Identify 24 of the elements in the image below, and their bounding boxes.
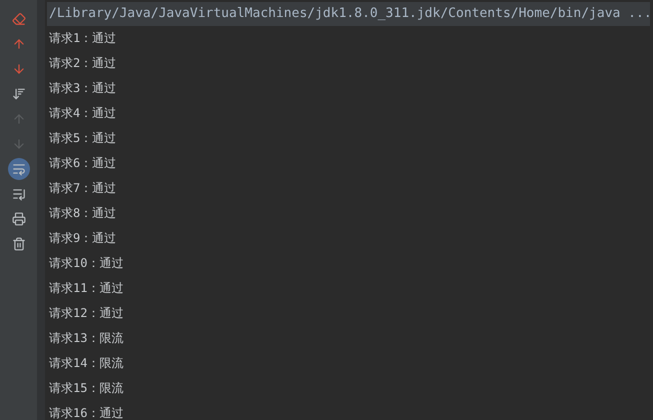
- printer-icon: [12, 212, 26, 226]
- console-line: 请求3：通过: [48, 80, 116, 97]
- console-line: 请求9：通过: [48, 230, 116, 247]
- console-line: 请求13：限流: [48, 330, 124, 347]
- down-arrow-icon: [12, 137, 26, 151]
- toolbar-button[interactable]: [8, 158, 30, 180]
- scroll-end-icon: [12, 187, 26, 201]
- console-line: 请求14：限流: [48, 355, 124, 372]
- console-line: 请求7：通过: [48, 180, 116, 197]
- console-line: 请求6：通过: [48, 155, 116, 172]
- console-line: 请求15：限流: [48, 380, 124, 397]
- console-line: 请求11：通过: [48, 280, 124, 297]
- eraser-icon: [12, 12, 26, 26]
- console-line: 请求1：通过: [48, 30, 116, 47]
- wrap-icon: [12, 162, 26, 176]
- sort-icon: [12, 87, 26, 101]
- console-line: 请求2：通过: [48, 55, 116, 72]
- console-line: 请求12：通过: [48, 305, 124, 322]
- console-line: 请求10：通过: [48, 255, 124, 272]
- trash-icon: [12, 237, 26, 251]
- console-line: 请求16：通过: [48, 405, 124, 420]
- console-line: 请求5：通过: [48, 130, 116, 147]
- console-line: 请求4：通过: [48, 105, 116, 122]
- console-line: 请求8：通过: [48, 205, 116, 222]
